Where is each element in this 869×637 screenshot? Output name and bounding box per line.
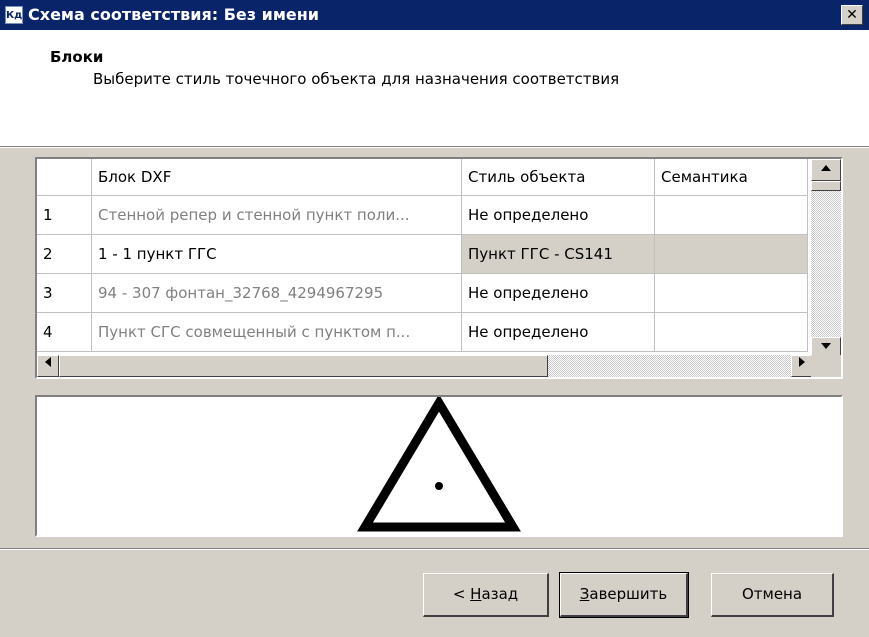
horizontal-scrollbar[interactable] bbox=[37, 355, 813, 377]
triangle-with-dot-icon bbox=[357, 394, 521, 532]
page-subtitle: Выберите стиль точечного объекта для наз… bbox=[93, 70, 620, 88]
cell-block[interactable]: 1 - 1 пункт ГГС bbox=[91, 234, 462, 274]
arrow-up-icon bbox=[821, 165, 831, 171]
cell-style[interactable]: Не определено bbox=[461, 273, 655, 313]
table-row[interactable]: 1 Стенной репер и стенной пункт поли... … bbox=[37, 195, 808, 235]
cell-semantic[interactable] bbox=[654, 195, 808, 235]
cell-style[interactable]: Не определено bbox=[461, 195, 655, 235]
cell-semantic[interactable] bbox=[654, 312, 808, 352]
cell-semantic[interactable] bbox=[654, 234, 808, 274]
cell-style[interactable]: Не определено bbox=[461, 312, 655, 352]
back-button-prefix: < bbox=[452, 585, 471, 603]
column-header-block[interactable]: Блок DXF bbox=[91, 159, 462, 196]
table-row[interactable]: 3 94 - 307 фонтан_32768_4294967295 Не оп… bbox=[37, 273, 808, 313]
cancel-button-label: Отмена bbox=[741, 585, 803, 603]
row-number[interactable]: 3 bbox=[37, 273, 92, 313]
cell-style[interactable]: Пункт ГГС - CS141 bbox=[461, 234, 655, 274]
finish-button[interactable]: Завершить bbox=[559, 572, 689, 618]
scrollbar-corner bbox=[811, 355, 841, 377]
finish-button-hotkey: З bbox=[579, 585, 590, 603]
close-icon: ✕ bbox=[846, 7, 858, 23]
blocks-table: Блок DXF Стиль объекта Семантика 1 Стенн… bbox=[37, 159, 808, 352]
scroll-up-button[interactable] bbox=[811, 159, 841, 181]
row-number[interactable]: 1 bbox=[37, 195, 92, 235]
back-button-label: азад bbox=[481, 585, 519, 603]
cancel-button[interactable]: Отмена bbox=[711, 573, 834, 617]
symbol-preview bbox=[35, 394, 843, 537]
vertical-scroll-thumb[interactable] bbox=[811, 181, 841, 191]
cell-semantic[interactable] bbox=[654, 273, 808, 313]
page-title: Блоки bbox=[50, 48, 104, 66]
arrow-left-icon bbox=[45, 357, 51, 367]
back-button-hotkey: Н bbox=[470, 585, 482, 603]
column-header-style[interactable]: Стиль объекта bbox=[461, 159, 655, 196]
close-button[interactable]: ✕ bbox=[841, 5, 863, 25]
column-header-semantic[interactable]: Семантика bbox=[654, 159, 808, 196]
arrow-down-icon bbox=[821, 343, 831, 349]
horizontal-scroll-thumb[interactable] bbox=[59, 355, 548, 377]
scroll-right-button[interactable] bbox=[791, 355, 813, 377]
vertical-scrollbar[interactable] bbox=[811, 159, 841, 359]
dialog-window: Кд Схема соответствия: Без имени ✕ Блоки… bbox=[0, 0, 869, 637]
footer-divider-highlight bbox=[0, 549, 869, 550]
corner-header bbox=[37, 159, 92, 196]
header-row: Блок DXF Стиль объекта Семантика bbox=[37, 159, 808, 196]
cell-block[interactable]: Стенной репер и стенной пункт поли... bbox=[91, 195, 462, 235]
cell-block[interactable]: 94 - 307 фонтан_32768_4294967295 bbox=[91, 273, 462, 313]
back-button[interactable]: < Назад bbox=[423, 573, 549, 617]
app-icon: Кд bbox=[5, 6, 23, 24]
header-divider bbox=[0, 147, 869, 148]
row-number[interactable]: 2 bbox=[37, 234, 92, 274]
blocks-grid[interactable]: Блок DXF Стиль объекта Семантика 1 Стенн… bbox=[35, 157, 843, 379]
wizard-header bbox=[0, 30, 869, 147]
cell-block[interactable]: Пункт СГС совмещенный с пунктом п... bbox=[91, 312, 462, 352]
row-number[interactable]: 4 bbox=[37, 312, 92, 352]
table-row[interactable]: 4 Пункт СГС совмещенный с пунктом п... Н… bbox=[37, 312, 808, 352]
grid-viewport: Блок DXF Стиль объекта Семантика 1 Стенн… bbox=[37, 159, 813, 359]
window-title: Схема соответствия: Без имени bbox=[28, 5, 320, 24]
title-bar[interactable]: Кд Схема соответствия: Без имени ✕ bbox=[0, 0, 869, 30]
scroll-left-button[interactable] bbox=[37, 355, 59, 377]
arrow-right-icon bbox=[799, 357, 805, 367]
finish-button-label: авершить bbox=[589, 585, 668, 603]
table-row-selected[interactable]: 2 1 - 1 пункт ГГС Пункт ГГС - CS141 bbox=[37, 234, 808, 274]
